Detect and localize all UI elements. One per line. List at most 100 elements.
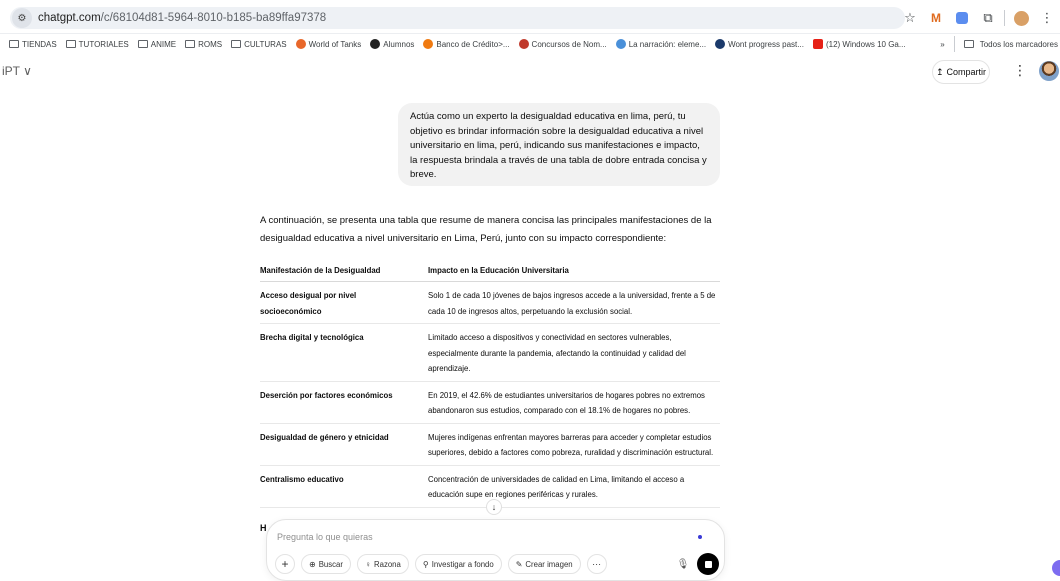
browser-address-bar: ⚙ chatgpt.com/c/68104d81-5964-8010-b185-… xyxy=(0,0,1060,34)
bookmark-label: CULTURAS xyxy=(244,39,287,49)
bookmark-windows-10[interactable]: (12) Windows 10 Ga... xyxy=(812,39,906,49)
extensions-puzzle-icon[interactable]: ⧉ xyxy=(975,8,1001,28)
assistant-intro: A continuación, se presenta una tabla qu… xyxy=(260,215,712,244)
extension-shield-icon[interactable] xyxy=(949,8,975,28)
share-button[interactable]: ↥ Compartir xyxy=(932,60,990,84)
alumnos-icon xyxy=(370,39,381,49)
bookmark-label: Wont progress past... xyxy=(728,39,804,49)
telescope-icon: ⚲ xyxy=(422,559,429,569)
impact-cell: Concentración de universidades de calida… xyxy=(428,465,720,508)
url-host: chatgpt.com xyxy=(38,12,101,24)
bookmark-label: TUTORIALES xyxy=(78,39,129,49)
tool-label: Crear imagen xyxy=(525,559,573,569)
bookmark-star-icon[interactable]: ☆ xyxy=(897,8,923,28)
scroll-down-arrow-icon[interactable]: ↓ xyxy=(486,499,502,515)
table-row: Acceso desigual por nivel socioeconómico… xyxy=(260,281,720,324)
youtube-icon xyxy=(812,39,823,49)
share-icon: ↥ xyxy=(935,66,944,77)
toolbar-divider xyxy=(1004,10,1005,26)
bookmark-label: ROMS xyxy=(198,39,223,49)
bookmark-tutoriales[interactable]: TUTORIALES xyxy=(65,39,129,49)
url-text[interactable]: chatgpt.com/c/68104d81-5964-8010-b185-ba… xyxy=(38,12,326,24)
column-header: Impacto en la Educación Universitaria xyxy=(428,262,720,282)
bookmarks-overflow-button[interactable]: » xyxy=(940,40,944,49)
folder-icon xyxy=(137,40,148,48)
extension-m-icon[interactable]: M xyxy=(923,8,949,28)
manifestation-cell: Acceso desigual por nivel socioeconómico xyxy=(260,281,428,324)
bookmark-roms[interactable]: ROMS xyxy=(185,40,222,49)
impact-cell: En 2019, el 42.6% de estudiantes univers… xyxy=(428,381,720,424)
bookmark-label: Concursos de Nom... xyxy=(531,39,607,49)
bookmark-label: Alumnos xyxy=(383,39,415,49)
lightbulb-icon: ♀ xyxy=(364,559,371,569)
impact-cell: Solo 1 de cada 10 jóvenes de bajos ingre… xyxy=(428,281,720,324)
message-composer: + ⊕ Buscar ♀ Razona ⚲ Investigar a fondo… xyxy=(266,519,725,581)
bookmark-wont-progress[interactable]: Wont progress past... xyxy=(715,39,804,49)
image-brush-icon: ✎ xyxy=(515,559,523,569)
user-message: Actúa como un experto la desigualdad edu… xyxy=(398,103,720,186)
bookmark-label: World of Tanks xyxy=(308,39,362,49)
folder-icon xyxy=(9,40,19,48)
bookmark-banco-credito[interactable]: Banco de Crédito>... xyxy=(423,39,510,49)
folder-icon xyxy=(963,40,974,48)
folder-icon xyxy=(231,40,242,48)
bookmarks-divider xyxy=(953,36,955,52)
bookmark-concursos[interactable]: Concursos de Nom... xyxy=(518,39,607,49)
prompt-input[interactable] xyxy=(277,530,657,544)
manifestation-cell: Desigualdad de género y etnicidad xyxy=(260,423,428,466)
url-field[interactable]: ⚙ chatgpt.com/c/68104d81-5964-8010-b185-… xyxy=(10,7,905,29)
partial-table-row: H xyxy=(260,523,267,533)
wont-progress-icon xyxy=(715,39,726,49)
bookmark-culturas[interactable]: CULTURAS xyxy=(231,40,287,49)
search-button[interactable]: ⊕ Buscar xyxy=(301,554,351,574)
bookmark-tiendas[interactable]: TIENDAS xyxy=(9,40,57,49)
bookmark-anime[interactable]: ANIME xyxy=(137,39,177,49)
concursos-icon xyxy=(518,39,529,49)
model-selector[interactable]: iPT ∨ xyxy=(2,64,32,78)
stop-square-icon xyxy=(704,560,712,568)
create-image-button[interactable]: ✎ Crear imagen xyxy=(507,554,581,574)
attach-plus-button[interactable]: + xyxy=(275,554,295,574)
table-row: Brecha digital y tecnológica Limitado ac… xyxy=(260,323,720,382)
browser-menu-icon[interactable]: ⋮ xyxy=(1034,8,1060,28)
manifestation-cell: Deserción por factores económicos xyxy=(260,381,428,424)
share-label: Compartir xyxy=(946,67,987,77)
browser-toolbar-right: ☆ M ⧉ ⋮ xyxy=(897,8,1060,28)
avatar[interactable] xyxy=(1039,61,1059,81)
table-row: Desigualdad de género y etnicidad Mujere… xyxy=(260,423,720,466)
bookmarks-bar: TIENDAS TUTORIALES ANIME ROMS CULTURAS W… xyxy=(0,34,1060,54)
manifestation-cell: Brecha digital y tecnológica xyxy=(260,323,428,382)
bookmark-label: (12) Windows 10 Ga... xyxy=(825,39,906,49)
composer-tools: + ⊕ Buscar ♀ Razona ⚲ Investigar a fondo… xyxy=(275,554,607,574)
table-row: Deserción por factores económicos En 201… xyxy=(260,381,720,424)
assistant-orb-icon[interactable] xyxy=(1052,560,1060,576)
bookmark-label: La narración: eleme... xyxy=(628,39,707,49)
bookmark-label: TIENDAS xyxy=(22,39,57,49)
more-tools-button[interactable]: ··· xyxy=(586,554,607,574)
profile-icon[interactable] xyxy=(1008,8,1034,28)
deep-research-button[interactable]: ⚲ Investigar a fondo xyxy=(414,554,502,574)
globe-icon: ⊕ xyxy=(309,559,316,569)
bookmark-alumnos[interactable]: Alumnos xyxy=(370,39,414,49)
tool-label: Razona xyxy=(373,559,401,569)
bookmark-narracion[interactable]: La narración: eleme... xyxy=(615,39,707,49)
url-path: /c/68104d81-5964-8010-b185-ba89ffa97378 xyxy=(100,12,327,24)
all-bookmarks-button[interactable]: Todos los marcadores xyxy=(980,40,1058,49)
manifestation-cell: Centralismo educativo xyxy=(260,465,428,508)
inequality-table: Manifestación de la Desigualdad Impacto … xyxy=(260,262,720,508)
status-dot xyxy=(698,535,702,539)
world-of-tanks-icon xyxy=(295,39,306,49)
reason-button[interactable]: ♀ Razona xyxy=(356,554,409,574)
bookmark-label: ANIME xyxy=(150,39,177,49)
site-settings-icon[interactable]: ⚙ xyxy=(12,8,32,28)
bookmark-world-of-tanks[interactable]: World of Tanks xyxy=(295,39,362,49)
impact-cell: Limitado acceso a dispositivos y conecti… xyxy=(428,323,720,382)
more-options-icon[interactable]: ⋮ xyxy=(1012,62,1028,82)
column-header: Manifestación de la Desigualdad xyxy=(260,262,428,282)
table-header-row: Manifestación de la Desigualdad Impacto … xyxy=(260,262,720,282)
stop-generating-button[interactable] xyxy=(697,553,719,575)
tool-label: Investigar a fondo xyxy=(431,559,494,569)
microphone-icon[interactable]: 🎙 xyxy=(675,555,691,573)
tool-label: Buscar xyxy=(318,559,343,569)
bookmark-label: Banco de Crédito>... xyxy=(436,39,510,49)
